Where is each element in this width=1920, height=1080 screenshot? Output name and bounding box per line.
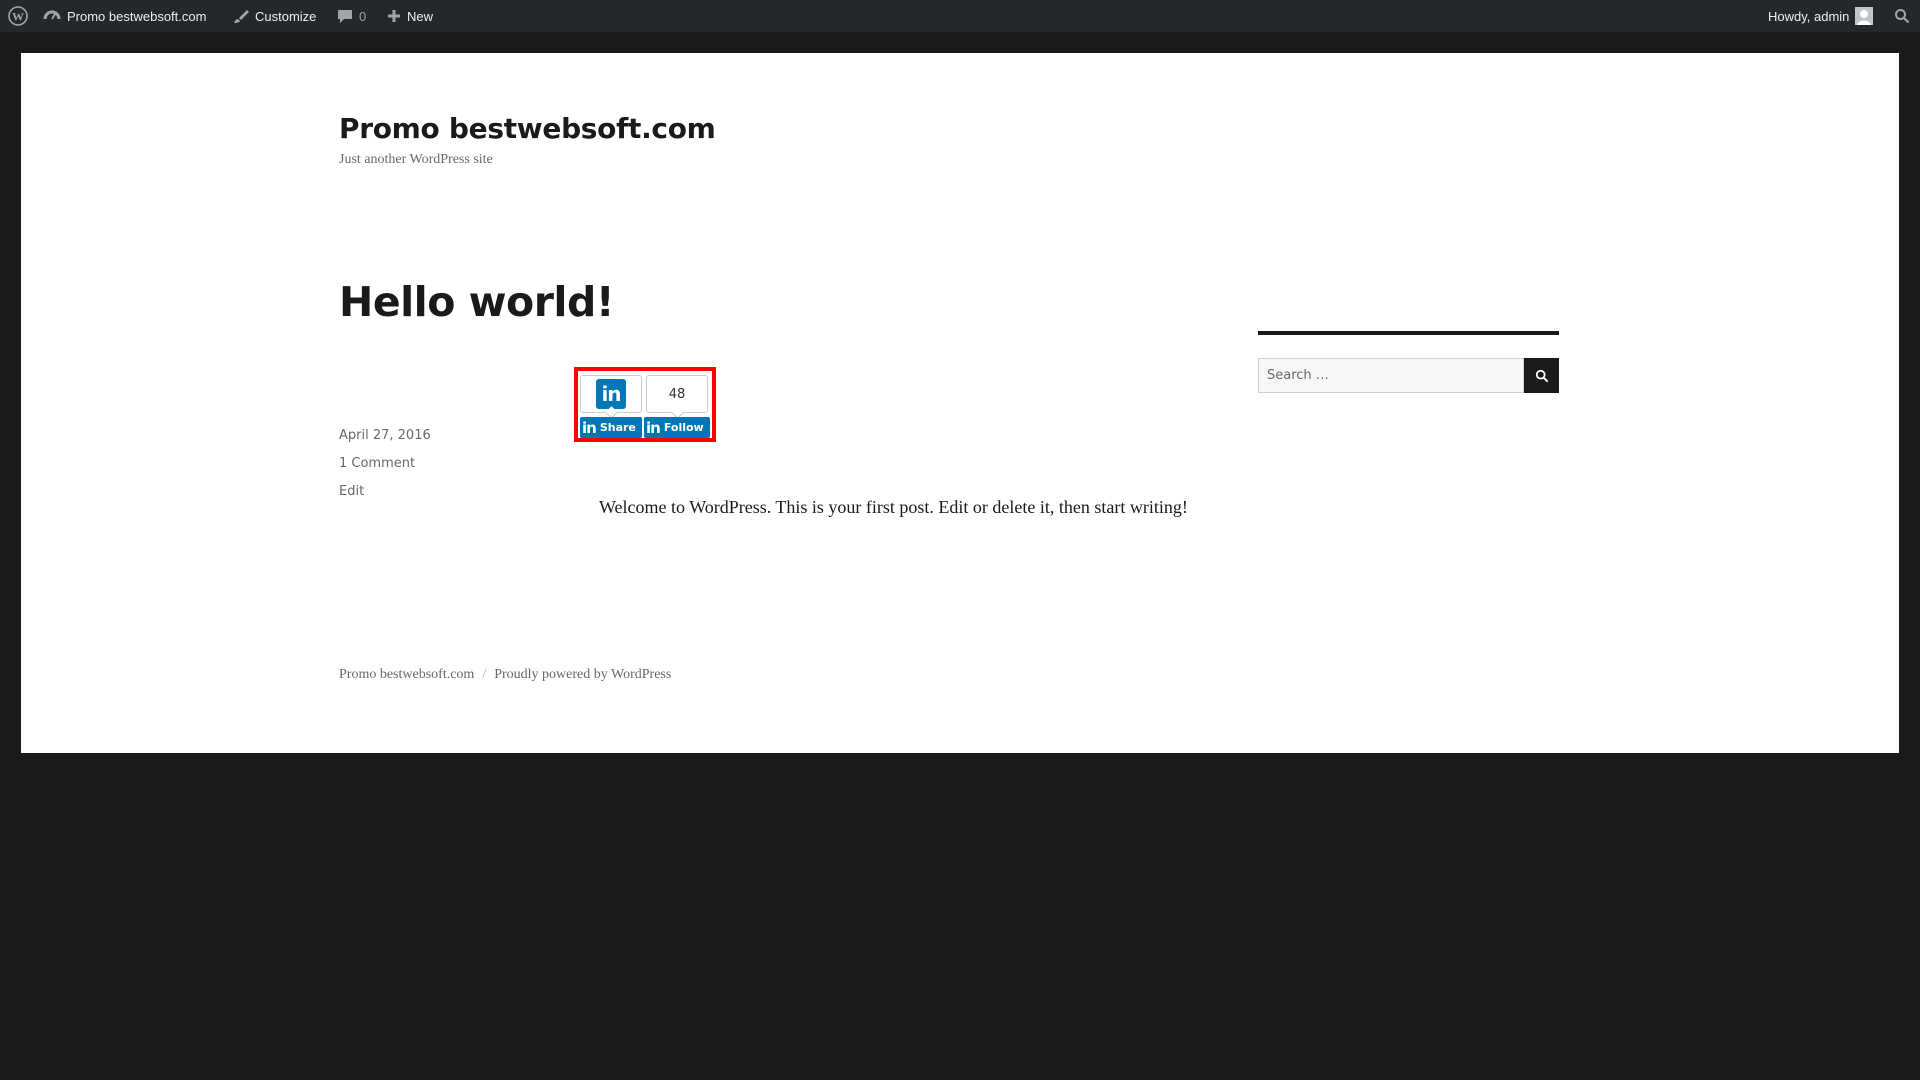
linkedin-icon: in bbox=[596, 379, 626, 409]
share-label: Share bbox=[599, 421, 636, 434]
search-placeholder: Search … bbox=[1267, 368, 1329, 383]
site-name-label: Promo bestwebsoft.com bbox=[67, 8, 207, 24]
post-comments-link[interactable]: 1 Comment bbox=[339, 456, 415, 471]
follower-count-bubble: 48 bbox=[646, 375, 708, 413]
howdy-label: Howdy, admin bbox=[1768, 8, 1850, 24]
post-edit-link[interactable]: Edit bbox=[339, 484, 364, 499]
comments-button[interactable]: 0 bbox=[337, 0, 366, 32]
search-input[interactable]: Search … bbox=[1258, 358, 1524, 393]
linkedin-share-button[interactable]: in Share bbox=[580, 417, 642, 438]
admin-bar: W Promo bestwebsoft.com Customize 0 New … bbox=[0, 0, 1920, 32]
customize-button[interactable]: Customize bbox=[233, 0, 316, 32]
customize-label: Customize bbox=[255, 8, 317, 24]
admin-search-button[interactable] bbox=[1894, 0, 1910, 32]
svg-text:W: W bbox=[12, 10, 24, 24]
site-page bbox=[21, 53, 1899, 753]
comments-count: 0 bbox=[359, 8, 367, 24]
widget-divider bbox=[1258, 331, 1559, 335]
wordpress-icon: W bbox=[8, 6, 28, 26]
comment-icon bbox=[338, 10, 352, 23]
follow-label: Follow bbox=[663, 421, 704, 434]
site-description: Just another WordPress site bbox=[339, 152, 493, 167]
search-icon bbox=[1535, 369, 1548, 382]
footer-site-link[interactable]: Promo bestwebsoft.com bbox=[339, 667, 474, 683]
avatar-icon bbox=[1855, 7, 1874, 25]
dashboard-icon bbox=[43, 10, 61, 20]
search-icon bbox=[1895, 9, 1910, 24]
linkedin-share-widget: in 48 in Share in Follow bbox=[574, 367, 716, 442]
new-label: New bbox=[407, 8, 434, 24]
post-date[interactable]: April 27, 2016 bbox=[339, 428, 431, 443]
site-footer: Promo bestwebsoft.com / Proudly powered … bbox=[339, 667, 671, 683]
linkedin-logo-bubble: in bbox=[580, 375, 642, 413]
search-submit-button[interactable] bbox=[1524, 358, 1559, 393]
new-content-button[interactable]: New bbox=[387, 0, 433, 32]
wordpress-logo-button[interactable]: W bbox=[8, 0, 28, 32]
linkedin-small-icon: in bbox=[582, 418, 597, 437]
follower-count: 48 bbox=[668, 386, 686, 402]
footer-separator: / bbox=[482, 667, 487, 682]
plus-icon bbox=[388, 10, 400, 22]
site-title[interactable]: Promo bestwebsoft.com bbox=[339, 112, 716, 145]
post-content: Welcome to WordPress. This is your first… bbox=[599, 497, 1188, 517]
footer-powered-link[interactable]: Proudly powered by WordPress bbox=[494, 667, 671, 683]
linkedin-follow-button[interactable]: in Follow bbox=[644, 417, 710, 438]
brush-icon bbox=[234, 10, 249, 23]
post-title: Hello world! bbox=[339, 278, 615, 326]
linkedin-small-icon: in bbox=[646, 418, 661, 437]
my-account-menu[interactable]: Howdy, admin bbox=[1768, 0, 1874, 32]
site-name-menu[interactable]: Promo bestwebsoft.com bbox=[43, 0, 206, 32]
